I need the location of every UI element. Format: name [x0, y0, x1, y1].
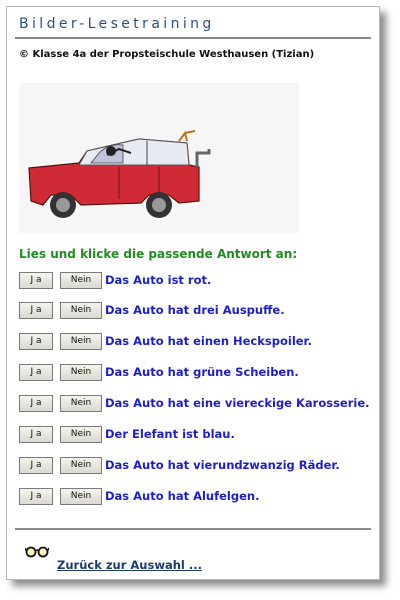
instruction-text: Lies und klicke die passende Antwort an: — [19, 247, 298, 261]
yes-button[interactable]: J a — [19, 363, 53, 381]
car-drawing — [19, 83, 299, 233]
no-button[interactable]: Nein — [60, 487, 102, 505]
statement-text: Das Auto hat grüne Scheiben. — [105, 365, 299, 379]
yes-button[interactable]: J a — [19, 487, 53, 505]
no-button[interactable]: Nein — [60, 425, 102, 443]
back-to-selection-link[interactable]: Zurück zur Auswahl ... — [57, 558, 202, 572]
statement-text: Das Auto hat einen Heckspoiler. — [105, 334, 312, 348]
no-button[interactable]: Nein — [60, 394, 102, 412]
car-drawing-image — [19, 83, 299, 233]
title-divider — [15, 37, 371, 39]
yes-button[interactable]: J a — [19, 332, 53, 350]
yes-button[interactable]: J a — [19, 271, 53, 289]
question-row: J a Nein Das Auto hat grüne Scheiben. — [19, 362, 299, 382]
statement-text: Der Elefant ist blau. — [105, 427, 235, 441]
yes-button[interactable]: J a — [19, 394, 53, 412]
yes-button[interactable]: J a — [19, 301, 53, 319]
no-button[interactable]: Nein — [60, 332, 102, 350]
image-credit: © Klasse 4a der Propsteischule Westhause… — [19, 49, 315, 60]
no-button[interactable]: Nein — [60, 271, 102, 289]
no-button[interactable]: Nein — [60, 363, 102, 381]
question-row: J a Nein Das Auto hat einen Heckspoiler. — [19, 331, 312, 351]
page-title: Bilder-Lesetraining — [19, 16, 215, 32]
question-row: J a Nein Das Auto hat Alufelgen. — [19, 486, 259, 506]
page-frame: Bilder-Lesetraining © Klasse 4a der Prop… — [6, 6, 380, 580]
statement-text: Das Auto hat eine viereckige Karosserie. — [105, 396, 370, 410]
question-row: J a Nein Das Auto hat eine viereckige Ka… — [19, 393, 370, 413]
footer-divider — [15, 528, 371, 530]
no-button[interactable]: Nein — [60, 456, 102, 474]
statement-text: Das Auto hat vierundzwanzig Räder. — [105, 458, 340, 472]
question-row: J a Nein Das Auto ist rot. — [19, 270, 211, 290]
statement-text: Das Auto hat drei Auspuffe. — [105, 303, 285, 317]
statement-text: Das Auto hat Alufelgen. — [105, 489, 260, 503]
glasses-icon — [24, 543, 50, 558]
question-row: J a Nein Das Auto hat drei Auspuffe. — [19, 300, 285, 320]
question-row: J a Nein Das Auto hat vierundzwanzig Räd… — [19, 455, 340, 475]
statement-text: Das Auto ist rot. — [105, 273, 212, 287]
question-row: J a Nein Der Elefant ist blau. — [19, 424, 235, 444]
yes-button[interactable]: J a — [19, 425, 53, 443]
no-button[interactable]: Nein — [60, 301, 102, 319]
yes-button[interactable]: J a — [19, 456, 53, 474]
